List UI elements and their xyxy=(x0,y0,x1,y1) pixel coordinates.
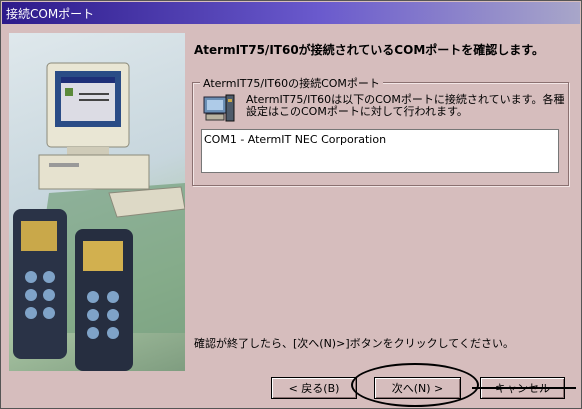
groupbox-label: AtermIT75/IT60の接続COMポート xyxy=(200,75,383,91)
cancel-strikethrough xyxy=(472,387,576,389)
computer-icon xyxy=(202,93,236,123)
back-button[interactable]: < 戻る(B) xyxy=(271,377,357,399)
pc-and-terminals-illustration xyxy=(13,62,185,371)
info-text: AtermIT75/IT60は以下のCOMポートに接続されています。各種 設定は… xyxy=(246,94,568,118)
info-text-line2: 設定はこのCOMポートに対して行われます。 xyxy=(246,105,468,118)
instruction-text: 確認が終了したら、[次へ(N)>]ボタンをクリックしてください。 xyxy=(194,337,514,350)
com-port-listbox[interactable]: COM1 - AtermIT NEC Corporation xyxy=(201,129,559,173)
list-item[interactable]: COM1 - AtermIT NEC Corporation xyxy=(204,133,386,146)
highlight-circle xyxy=(351,363,479,407)
title-bar[interactable]: 接続COMポート xyxy=(2,2,580,24)
wizard-illustration xyxy=(9,33,185,371)
window-title: 接続COMポート xyxy=(6,7,95,21)
wizard-heading: AtermIT75/IT60が接続されているCOMポートを確認します。 xyxy=(194,43,545,57)
wizard-window: 接続COMポート AtermIT75/IT60が接続されているCOMポートを確認… xyxy=(0,0,582,409)
